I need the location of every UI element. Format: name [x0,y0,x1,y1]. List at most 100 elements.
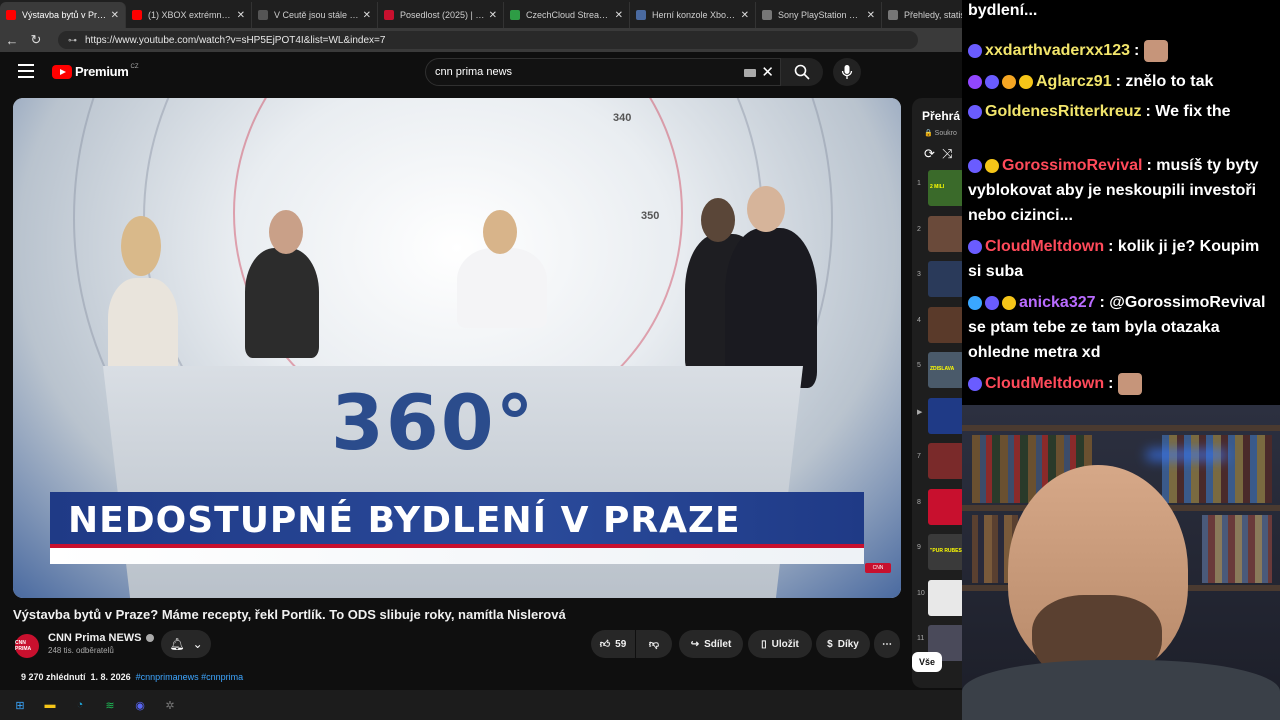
presenter-head [701,198,735,242]
save-button[interactable]: ▯ Uložit [748,630,812,658]
channel-name-link[interactable]: CNN Prima NEWS [48,632,154,644]
playlist-item[interactable]: 9 "PUR RUBES [912,532,962,576]
playlist-item[interactable]: 1 2 MILI [912,168,962,212]
tab-close-icon[interactable]: ✕ [363,10,371,21]
studio-360-logo: 360° [331,378,536,467]
chat-badge-icon [985,74,999,89]
channel-watermark: CNN [865,563,891,573]
chat-badge-icon [968,295,982,310]
chat-username[interactable]: Aglarcz91 [1036,73,1112,90]
browser-tab[interactable]: V Ceutě jsou stále tisíce ✕ [252,2,378,28]
chat-badge-icon [968,158,982,173]
browser-tab[interactable]: (1) XBOX extrémně zdra ✕ [126,2,252,28]
back-icon[interactable]: ← [0,33,24,48]
site-info-icon[interactable]: ⊶ [68,35,77,46]
url-field[interactable]: ⊶ https://www.youtube.com/watch?v=sHP5Ej… [58,31,918,49]
clear-search-icon[interactable]: ✕ [761,63,774,81]
playlist-item[interactable]: ▶ [912,396,962,440]
playlist-item[interactable]: 5 ZDISLAVA [912,350,962,394]
keyboard-icon[interactable] [744,69,756,77]
chat-badge-icon [1002,295,1016,310]
loop-icon[interactable]: ⟳ [924,146,935,161]
verified-icon [145,634,154,643]
voice-search-button[interactable] [833,58,861,86]
video-description-summary[interactable]: 9 270 zhlédnutí 1. 8. 2026 #cnnprimanews… [13,672,901,686]
chat-emote-icon [1143,39,1168,62]
dislike-button[interactable]: 👎︎ [636,630,672,658]
logo-text: Premium [75,64,129,79]
subscription-bell-button[interactable]: 🔔︎ ⌄ [161,630,211,658]
presenter-head [483,210,517,254]
browser-tab[interactable]: CzechCloud Stream - W ✕ [504,2,630,28]
save-label: Uložit [771,638,799,650]
file-explorer-icon[interactable]: ▬ [40,695,60,715]
chat-username[interactable]: GorossimoRevival [1002,157,1143,174]
youtube-premium-logo[interactable]: Premium CZ [52,64,139,79]
app-icon[interactable]: ✲ [160,695,180,715]
discord-icon[interactable]: ◉ [130,695,150,715]
playlist-item[interactable]: 8 [912,487,962,531]
share-button[interactable]: ↪ Sdílet [679,630,743,658]
browser-tab[interactable]: Posedlost (2025) | ČSFD ✕ [378,2,504,28]
hamburger-menu-icon[interactable] [18,64,34,78]
browser-tab[interactable]: Sony PlayStation 4 Slim ✕ [756,2,882,28]
video-player[interactable]: 340 350 360° NEDOSTUPNÉ BYDLENÍ V PRAZE … [13,98,901,598]
playlist-title[interactable]: Přehrá [922,109,960,123]
playlist-item[interactable]: 3 [912,259,962,303]
chip-all[interactable]: Vše [912,652,942,672]
chat-message: bydlení... [968,0,1274,23]
chat-badge-icon [968,239,982,254]
chat-emote-icon [1117,372,1142,395]
playlist-item[interactable]: 4 [912,305,962,349]
search-button[interactable] [781,58,823,86]
chat-separator: : [1099,294,1105,311]
chat-separator: : [1115,73,1121,90]
browser-tab[interactable]: Herní konzole Xbox Ser ✕ [630,2,756,28]
playlist-item[interactable]: 7 [912,441,962,485]
tab-favicon-icon [510,10,520,20]
spotify-icon[interactable]: ≋ [100,695,120,715]
like-button[interactable]: 👍︎ 59 [591,630,635,658]
tab-close-icon[interactable]: ✕ [867,10,875,21]
tab-title: Výstavba bytů v Praze? M [22,10,107,20]
tab-close-icon[interactable]: ✕ [741,10,749,21]
more-actions-button[interactable]: ⋯ [874,630,900,658]
subscriber-count: 248 tis. odběratelů [48,646,114,655]
address-bar-row: ← ↻ ⊶ https://www.youtube.com/watch?v=sH… [0,28,962,52]
chat-username[interactable]: CloudMeltdown [985,375,1104,392]
tab-close-icon[interactable]: ✕ [111,10,119,21]
logo-region: CZ [130,63,139,70]
tab-title: V Ceutě jsou stále tisíce [274,10,359,20]
search-input[interactable]: cnn prima news ✕ [425,58,781,86]
upload-date: 1. 8. 2026 [90,672,131,682]
chat-badge-icon [1002,74,1016,89]
browser-tab[interactable]: Přehledy, statisti✕ [882,2,962,28]
chat-badge-icon [968,104,982,119]
thanks-button[interactable]: $ Díky [816,630,870,658]
chat-message: CloudMeltdown: kolik ji je? Koupim si su… [968,234,1274,284]
lower-third-strip [50,548,864,564]
tab-close-icon[interactable]: ✕ [489,10,497,21]
playlist-item-index: 1 [917,180,921,187]
chat-username[interactable]: anicka327 [1019,294,1096,311]
channel-avatar[interactable]: CNN PRIMA [15,634,39,658]
chat-badge-icon [1019,74,1033,89]
windows-start-icon[interactable]: ⊞ [10,695,30,715]
tab-close-icon[interactable]: ✕ [615,10,623,21]
playlist-item[interactable]: 10 [912,578,962,622]
tab-close-icon[interactable]: ✕ [237,10,245,21]
browser-tab[interactable]: Výstavba bytů v Praze? M ✕ [0,2,126,28]
books [1162,435,1272,503]
chat-username[interactable]: CloudMeltdown [985,238,1104,255]
playlist-item[interactable]: 2 [912,214,962,258]
playlist-thumbnail: 2 MILI [928,170,962,206]
edge-browser-icon[interactable]: ◔ [70,695,90,715]
chat-username[interactable]: GoldenesRitterkreuz [985,103,1141,120]
reload-icon[interactable]: ↻ [24,32,48,48]
thumbs-up-icon: 👍︎ [599,639,611,650]
tab-title: Herní konzole Xbox Ser [652,10,737,20]
chat-username[interactable]: xxdarthvaderxx123 [985,42,1130,59]
streamer-shirt [962,660,1280,720]
hashtags[interactable]: #cnnprimanews #cnnprima [136,672,244,682]
shuffle-icon[interactable]: ⤨ [942,146,952,161]
